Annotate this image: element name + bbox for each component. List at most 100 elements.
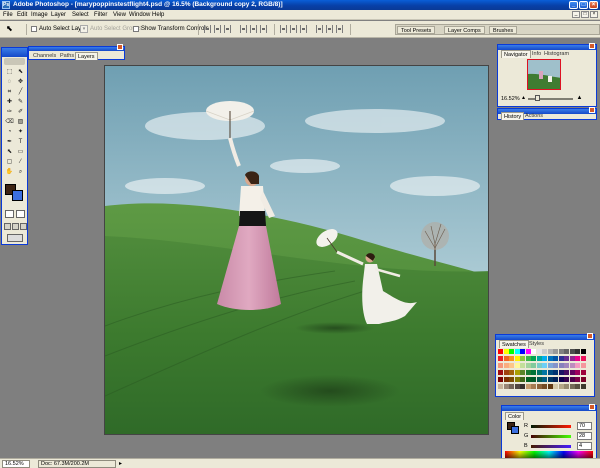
tool-button-icon[interactable]: ◔ [4, 127, 15, 137]
tab-styles[interactable]: Styles [527, 340, 546, 348]
tool-button-icon[interactable]: ⬉ [4, 147, 15, 157]
color-swatch[interactable] [569, 370, 575, 375]
color-swatch[interactable] [525, 377, 531, 382]
color-swatch[interactable] [569, 356, 575, 361]
show-transform-controls-checkbox[interactable] [133, 26, 139, 32]
close-icon[interactable] [589, 404, 595, 410]
color-swatch[interactable] [580, 384, 586, 389]
green-value-field[interactable]: 28 [577, 432, 592, 440]
minimize-button[interactable]: _ [569, 1, 578, 9]
tab-histogram[interactable]: Histogram [542, 50, 571, 58]
color-swatch[interactable] [558, 377, 564, 382]
tool-button-icon[interactable]: ⬉ [15, 67, 26, 77]
close-icon[interactable] [589, 43, 595, 49]
color-swatch[interactable] [547, 377, 553, 382]
doc-minimize-button[interactable]: _ [572, 11, 580, 18]
color-palette-caption[interactable] [502, 404, 596, 411]
color-swatch[interactable] [503, 363, 509, 368]
color-swatch[interactable] [531, 377, 536, 382]
color-swatch[interactable] [547, 384, 553, 389]
align-horizontal-centers-icon[interactable] [250, 25, 257, 33]
tab-color[interactable]: Color [505, 412, 525, 420]
tool-button-icon[interactable]: ✚ [4, 97, 15, 107]
color-swatch[interactable] [547, 370, 553, 375]
color-swatch[interactable] [498, 356, 503, 361]
color-swatch[interactable] [514, 349, 520, 354]
color-swatch[interactable] [569, 377, 575, 382]
tool-button-icon[interactable]: ▨ [15, 117, 26, 127]
align-bottom-edges-icon[interactable] [224, 25, 231, 33]
tool-button-icon[interactable]: ✋ [4, 167, 15, 177]
jump-to-imageready-icon[interactable] [7, 234, 23, 242]
tool-button-icon[interactable]: ╱ [15, 87, 26, 97]
doc-restore-button[interactable]: □ [581, 11, 589, 18]
tool-button-icon[interactable]: ✎ [15, 97, 26, 107]
auto-select-layer-checkbox[interactable] [31, 26, 37, 32]
tool-button-icon[interactable]: ✥ [15, 77, 26, 87]
color-swatch[interactable] [525, 349, 531, 354]
color-swatch[interactable] [520, 349, 525, 354]
close-icon[interactable] [589, 107, 595, 113]
color-swatch[interactable] [547, 349, 553, 354]
blue-value-field[interactable]: 4 [577, 442, 592, 450]
color-swatch[interactable] [498, 384, 503, 389]
tab-actions[interactable]: Actions [523, 112, 545, 120]
color-swatch[interactable] [520, 356, 525, 361]
color-swatch[interactable] [547, 363, 553, 368]
color-swatch[interactable] [509, 370, 514, 375]
color-swatch[interactable] [553, 377, 558, 382]
red-slider-track[interactable] [531, 425, 571, 428]
color-swatch[interactable] [525, 370, 531, 375]
color-swatch[interactable] [542, 363, 547, 368]
tab-navigator[interactable]: Navigator [501, 50, 531, 58]
color-swatch[interactable] [569, 349, 575, 354]
menu-window[interactable]: Window [129, 10, 150, 20]
align-top-edges-icon[interactable] [204, 25, 211, 33]
distribute-top-icon[interactable] [280, 25, 287, 33]
tab-layers[interactable]: Layers [75, 52, 98, 60]
close-icon[interactable] [117, 44, 123, 50]
color-swatch[interactable] [553, 370, 558, 375]
color-swatch[interactable] [520, 363, 525, 368]
color-background-swatch[interactable] [511, 426, 519, 434]
color-swatch[interactable] [514, 363, 520, 368]
standard-screen-mode-icon[interactable] [4, 223, 11, 230]
color-ramp[interactable] [505, 451, 593, 458]
status-zoom-field[interactable]: 16.52% [2, 460, 30, 468]
maximize-button[interactable]: □ [579, 1, 588, 9]
auto-select-dropdown[interactable]: ▾ [80, 25, 88, 33]
menu-view[interactable]: View [113, 10, 126, 20]
tool-button-icon[interactable]: ▭ [15, 147, 26, 157]
color-swatch[interactable] [531, 363, 536, 368]
color-swatch[interactable] [509, 356, 514, 361]
document-canvas[interactable] [104, 65, 489, 435]
color-swatch[interactable] [542, 349, 547, 354]
color-swatch[interactable] [531, 384, 536, 389]
green-slider-track[interactable] [531, 435, 571, 438]
color-swatch[interactable] [564, 384, 569, 389]
tab-history[interactable]: History [501, 112, 525, 120]
tab-paths[interactable]: Paths [58, 52, 76, 60]
palette-well-tab-tool-presets[interactable]: Tool Presets [397, 26, 436, 34]
color-swatch[interactable] [575, 370, 580, 375]
color-swatch[interactable] [536, 370, 542, 375]
color-swatch[interactable] [503, 377, 509, 382]
color-swatch[interactable] [536, 363, 542, 368]
palette-well-tab-brushes[interactable]: Brushes [489, 26, 518, 34]
color-swatch[interactable] [564, 363, 569, 368]
menu-select[interactable]: Select [72, 10, 89, 20]
color-swatch[interactable] [498, 370, 503, 375]
full-screen-menu-mode-icon[interactable] [12, 223, 19, 230]
tool-button-icon[interactable]: ⌫ [4, 117, 15, 127]
move-tool-icon[interactable]: ⬉ [6, 24, 20, 34]
color-swatch[interactable] [520, 377, 525, 382]
full-screen-mode-icon[interactable] [20, 223, 27, 230]
align-right-edges-icon[interactable] [260, 25, 267, 33]
color-swatch[interactable] [514, 377, 520, 382]
color-swatch[interactable] [509, 377, 514, 382]
color-swatch[interactable] [514, 384, 520, 389]
tool-button-icon[interactable]: ▢ [4, 157, 15, 167]
color-swatch[interactable] [542, 356, 547, 361]
zoom-in-icon[interactable]: ▲ [576, 95, 583, 102]
color-swatch[interactable] [542, 377, 547, 382]
